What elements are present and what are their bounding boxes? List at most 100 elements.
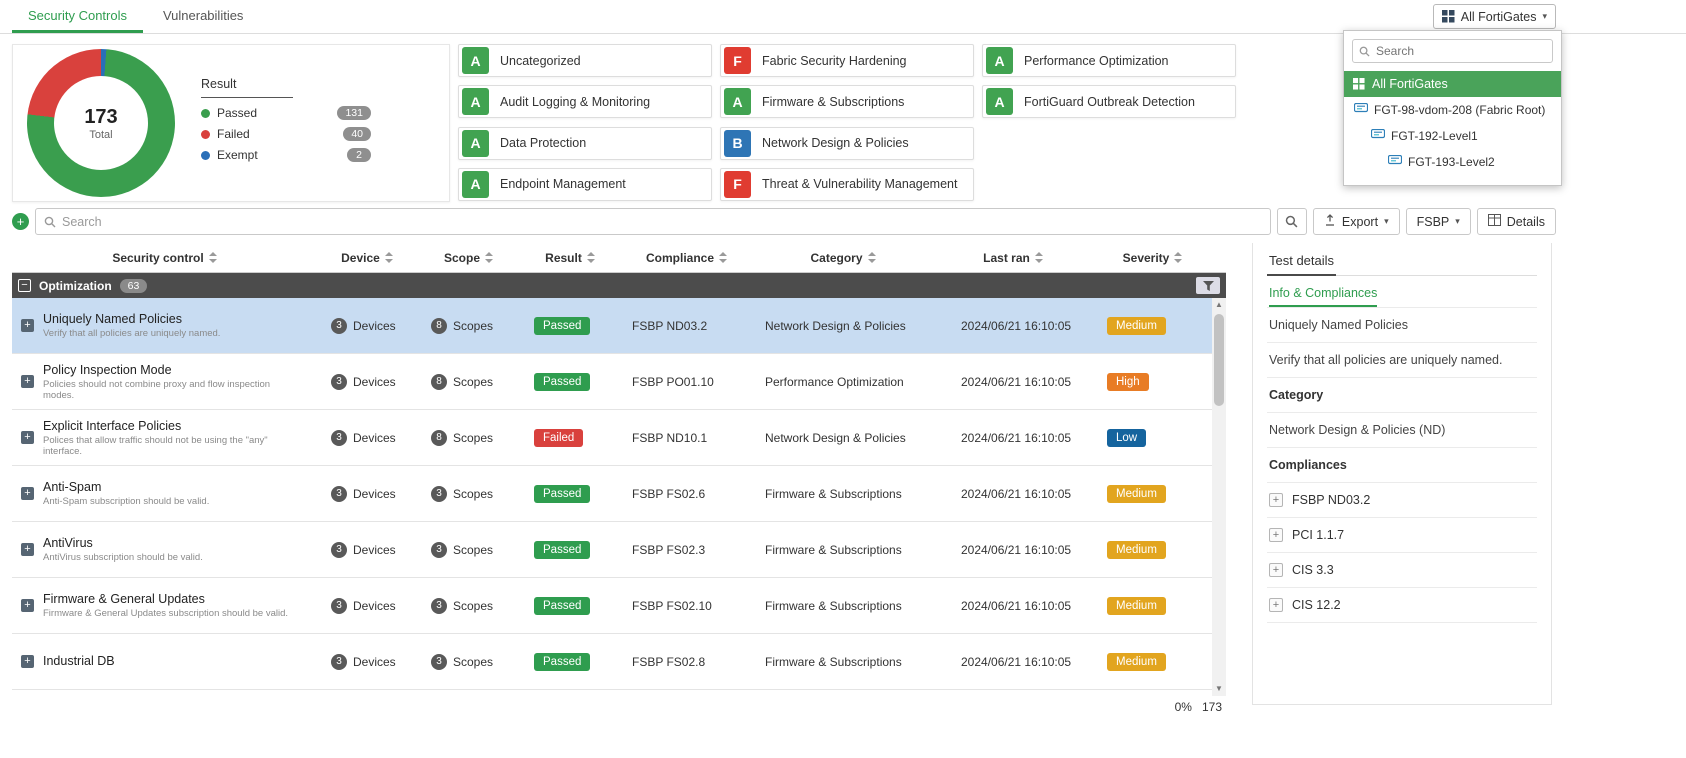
column-header[interactable]: Compliance [620, 243, 753, 272]
category-card[interactable]: A FortiGuard Outbreak Detection [982, 85, 1236, 118]
expand-compliance-icon[interactable]: + [1269, 563, 1283, 577]
table-row[interactable]: + Industrial DB 3 Devices 3 S [12, 634, 1212, 690]
category-card[interactable]: F Fabric Security Hardening [720, 44, 974, 77]
search-submit-button[interactable] [1277, 208, 1307, 235]
main-tab[interactable]: Vulnerabilities [147, 0, 259, 33]
compliance-item[interactable]: + PCI 1.1.7 [1267, 518, 1537, 553]
scroll-down-icon[interactable]: ▼ [1212, 682, 1226, 696]
result-badge: Passed [534, 541, 590, 559]
collapse-group-icon[interactable]: − [18, 279, 31, 292]
category-card[interactable]: B Network Design & Policies [720, 127, 974, 160]
legend-item[interactable]: Passed 131 [201, 106, 371, 120]
table-group-row[interactable]: − Optimization 63 [12, 273, 1226, 298]
filter-icon[interactable] [1196, 277, 1220, 294]
control-description: Policies should not combine proxy and fl… [43, 379, 303, 401]
compliance-cell: FSBP FS02.3 [620, 543, 753, 557]
chevron-down-icon: ▾ [1455, 216, 1460, 227]
grade-badge: F [724, 171, 751, 198]
add-filter-button[interactable]: + [12, 213, 29, 230]
scroll-up-icon[interactable]: ▲ [1212, 298, 1226, 312]
compliance-item[interactable]: + CIS 12.2 [1267, 588, 1537, 623]
table-row[interactable]: + Explicit Interface Policies Polices th… [12, 410, 1212, 466]
category-cell: Firmware & Subscriptions [753, 655, 933, 669]
table-row[interactable]: + Policy Inspection Mode Policies should… [12, 354, 1212, 410]
donut-chart[interactable]: 173 Total [27, 49, 175, 197]
grade-badge: A [986, 88, 1013, 115]
scope-count-label: Scopes [453, 319, 493, 333]
chevron-down-icon: ▾ [1542, 11, 1547, 22]
category-card[interactable]: A Endpoint Management [458, 168, 712, 201]
scope-count-label: Scopes [453, 543, 493, 557]
table-row[interactable]: + AntiVirus AntiVirus subscription shoul… [12, 522, 1212, 578]
category-cell: Performance Optimization [753, 375, 933, 389]
column-header[interactable]: Device [317, 243, 417, 272]
expand-compliance-icon[interactable]: + [1269, 598, 1283, 612]
severity-badge: High [1107, 373, 1149, 391]
legend-label: Failed [217, 127, 250, 141]
donut-total-label: Total [89, 129, 112, 141]
expand-row-icon[interactable]: + [21, 655, 34, 668]
control-name: AntiVirus [43, 536, 203, 550]
expand-row-icon[interactable]: + [21, 375, 34, 388]
column-header[interactable]: Severity [1093, 243, 1212, 272]
dropdown-item-all-fortigates[interactable]: All FortiGates [1344, 71, 1561, 97]
category-card-label: Network Design & Policies [762, 136, 909, 150]
compliance-cell: FSBP PO01.10 [620, 375, 753, 389]
column-header-label: Compliance [646, 251, 714, 265]
last-ran-cell: 2024/06/21 16:10:05 [933, 487, 1093, 501]
fsbp-dropdown-button[interactable]: FSBP ▾ [1406, 208, 1471, 235]
table-row[interactable]: + Firmware & General Updates Firmware & … [12, 578, 1212, 634]
sort-icon [587, 252, 595, 263]
category-card[interactable]: F Threat & Vulnerability Management [720, 168, 974, 201]
expand-row-icon[interactable]: + [21, 599, 34, 612]
column-header-label: Severity [1123, 251, 1170, 265]
search-input[interactable] [62, 215, 1262, 229]
export-button[interactable]: Export ▾ [1313, 208, 1400, 235]
column-header[interactable]: Security control [12, 243, 317, 272]
main-tab[interactable]: Security Controls [12, 0, 143, 33]
fortigate-tree-item[interactable]: FGT-193-Level2 [1344, 149, 1561, 175]
category-card[interactable]: A Data Protection [458, 127, 712, 160]
sort-icon [385, 252, 393, 263]
table-row[interactable]: + Uniquely Named Policies Verify that al… [12, 298, 1212, 354]
legend-item[interactable]: Failed 40 [201, 127, 371, 141]
control-description: Verify that all policies are uniquely na… [43, 328, 220, 339]
dropdown-search-input[interactable] [1376, 44, 1546, 58]
column-header[interactable]: Scope [417, 243, 520, 272]
compliance-item[interactable]: + CIS 3.3 [1267, 553, 1537, 588]
fortigates-selector-button[interactable]: All FortiGates ▾ [1433, 4, 1556, 29]
fortigate-tree-item[interactable]: FGT-192-Level1 [1344, 123, 1561, 149]
scrollbar-thumb[interactable] [1214, 314, 1224, 406]
table-row[interactable]: + Anti-Spam Anti-Spam subscription shoul… [12, 466, 1212, 522]
column-header[interactable]: Last ran [933, 243, 1093, 272]
category-card[interactable]: A Performance Optimization [982, 44, 1236, 77]
expand-row-icon[interactable]: + [21, 319, 34, 332]
selected-percent: 0% [1175, 700, 1192, 714]
expand-row-icon[interactable]: + [21, 431, 34, 444]
grade-badge: A [724, 88, 751, 115]
compliance-item[interactable]: + FSBP ND03.2 [1267, 483, 1537, 518]
table-rows: + Uniquely Named Policies Verify that al… [12, 298, 1212, 696]
fortigates-grid-icon [1353, 78, 1365, 90]
column-header[interactable]: Result [520, 243, 620, 272]
category-card[interactable]: A Firmware & Subscriptions [720, 85, 974, 118]
search-icon [1359, 46, 1370, 57]
expand-compliance-icon[interactable]: + [1269, 528, 1283, 542]
legend-label: Passed [217, 106, 257, 120]
tab-info-compliances[interactable]: Info & Compliances [1269, 286, 1377, 307]
category-card[interactable]: A Audit Logging & Monitoring [458, 85, 712, 118]
expand-row-icon[interactable]: + [21, 543, 34, 556]
category-card-label: Performance Optimization [1024, 54, 1169, 68]
expand-row-icon[interactable]: + [21, 487, 34, 500]
expand-compliance-icon[interactable]: + [1269, 493, 1283, 507]
vertical-scrollbar[interactable]: ▲ ▼ [1212, 298, 1226, 696]
scope-count-badge: 3 [431, 486, 447, 502]
legend-label: Exempt [217, 148, 258, 162]
column-header[interactable]: Category [753, 243, 933, 272]
details-toggle-button[interactable]: Details [1477, 208, 1556, 235]
category-card[interactable]: A Uncategorized [458, 44, 712, 77]
grade-badge: A [462, 130, 489, 157]
fortigate-tree-item[interactable]: FGT-98-vdom-208 (Fabric Root) [1344, 97, 1561, 123]
legend-item[interactable]: Exempt 2 [201, 148, 371, 162]
device-count-badge: 3 [331, 318, 347, 334]
